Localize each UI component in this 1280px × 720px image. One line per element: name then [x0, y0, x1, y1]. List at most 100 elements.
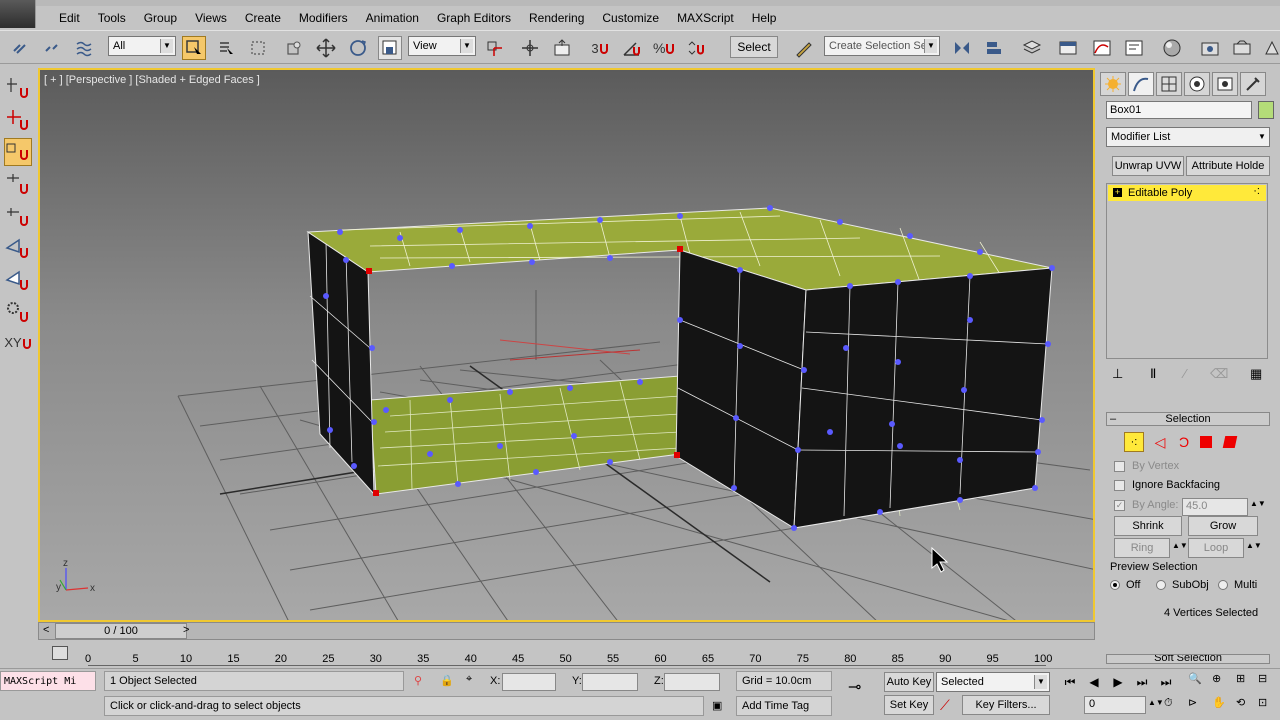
reference-coordinate-dropdown[interactable]: View ▼ [408, 36, 476, 56]
key-mode-dropdown[interactable]: Selected ▼ [936, 672, 1050, 692]
lock-selection-icon[interactable]: 🔒 [440, 674, 454, 687]
unlink-icon[interactable] [40, 36, 64, 60]
set-key-button[interactable]: Set Key [884, 695, 934, 715]
add-time-tag-button[interactable]: Add Time Tag [736, 696, 832, 716]
menu-maxscript[interactable]: MAXScript [668, 11, 743, 25]
select-by-name-icon[interactable] [214, 36, 238, 60]
time-config-icon[interactable]: ⏱ [1164, 697, 1173, 710]
gear-icon[interactable] [4, 298, 32, 326]
rendered-frame-icon[interactable] [1230, 36, 1254, 60]
rectangular-selection-icon[interactable] [246, 36, 270, 60]
move-icon[interactable] [4, 106, 32, 134]
zoom-all-icon[interactable]: ⊕ [1212, 672, 1221, 685]
absolute-mode-icon[interactable]: ⌖ [466, 673, 472, 686]
menu-graph-editors[interactable]: Graph Editors [428, 11, 520, 25]
time-next-icon[interactable]: > [183, 624, 189, 636]
select-manipulate-icon[interactable] [518, 36, 542, 60]
pan-icon[interactable]: ✋ [1212, 696, 1226, 709]
select-button[interactable]: Select [730, 36, 778, 58]
preview-subobj-radio[interactable] [1156, 580, 1166, 590]
menu-customize[interactable]: Customize [593, 11, 668, 25]
ignore-backfacing-checkbox[interactable] [1114, 480, 1125, 491]
current-frame-field[interactable]: 0 [1084, 696, 1146, 714]
bind-spacewarp-icon[interactable] [72, 36, 96, 60]
object-name-field[interactable]: Box01 [1106, 101, 1252, 119]
curve-key-icon[interactable]: ⟋ [940, 697, 950, 714]
auto-key-button[interactable]: Auto Key [884, 672, 934, 692]
element-mode-icon[interactable] [1222, 436, 1238, 448]
link-icon[interactable] [8, 36, 32, 60]
go-to-end-icon[interactable]: ⏭ [1156, 673, 1176, 691]
next-frame-icon[interactable]: ⏭ [1132, 673, 1152, 691]
selection-filter-dropdown[interactable]: All ▼ [108, 36, 176, 56]
zoom-extents-all-icon[interactable]: ⊟ [1258, 672, 1267, 685]
mini-curve-editor-icon[interactable] [52, 646, 68, 660]
menu-rendering[interactable]: Rendering [520, 11, 593, 25]
isolate-selection-icon[interactable]: ⚲ [414, 674, 422, 687]
viewport-label[interactable]: [ + ] [Perspective ] [Shaded + Edged Fac… [44, 74, 260, 86]
z-coordinate-field[interactable] [664, 673, 720, 691]
polygon-mode-icon[interactable] [1200, 436, 1212, 448]
by-angle-checkbox[interactable]: ✓ [1114, 500, 1125, 511]
show-end-result-icon[interactable]: Ⅱ [1150, 366, 1156, 382]
angle-snap-icon[interactable] [620, 36, 644, 60]
zoom-extents-icon[interactable]: ⊞ [1236, 672, 1245, 685]
ring-button[interactable]: Ring [1114, 538, 1170, 558]
make-unique-icon[interactable]: ⁄ [1184, 366, 1186, 381]
magnet-icon[interactable] [4, 138, 32, 166]
menu-views[interactable]: Views [186, 11, 236, 25]
stack-item-editable-poly[interactable]: + Editable Poly ·: [1108, 185, 1266, 201]
key-icon[interactable]: ⊸ [848, 677, 861, 697]
maximize-viewport-icon[interactable]: ⊡ [1258, 696, 1267, 709]
edge-mode-icon[interactable]: ◁ [1150, 432, 1170, 452]
loop-spinner-icon[interactable]: ▲▼ [1246, 541, 1262, 550]
material-editor-icon[interactable] [1160, 36, 1184, 60]
grow-button[interactable]: Grow [1188, 516, 1258, 536]
modify-tab-icon[interactable] [1128, 72, 1154, 96]
go-to-start-icon[interactable]: ⏮ [1060, 673, 1080, 691]
ribbon-icon[interactable] [1056, 36, 1080, 60]
create-tab-icon[interactable] [1100, 72, 1126, 96]
keyboard-shortcut-icon[interactable] [550, 36, 574, 60]
move-icon[interactable] [314, 36, 338, 60]
create-icon[interactable] [4, 74, 32, 102]
time-slider[interactable]: < 0 / 100 > [38, 622, 1095, 640]
motion-tab-icon[interactable] [1184, 72, 1210, 96]
play-icon[interactable]: ▶ [1108, 673, 1128, 691]
configure-sets-icon[interactable]: ▦ [1250, 366, 1262, 382]
named-selection-dropdown[interactable]: Create Selection Sel ▼ [824, 36, 940, 56]
menu-animation[interactable]: Animation [357, 11, 428, 25]
mirror-icon[interactable] [950, 36, 974, 60]
previous-frame-icon[interactable]: ◀︎ [1084, 673, 1104, 691]
window-crossing-icon[interactable] [282, 36, 306, 60]
y-coordinate-field[interactable] [582, 673, 638, 691]
spinner-snap-icon[interactable] [684, 36, 708, 60]
attribute-holder-button[interactable]: Attribute Holde [1186, 156, 1270, 176]
frame-spinner-icon[interactable]: ▲▼ [1148, 698, 1164, 707]
preview-multi-radio[interactable] [1218, 580, 1228, 590]
expand-plus-icon[interactable]: + [1113, 188, 1122, 197]
rotate-icon[interactable] [346, 36, 370, 60]
select-object-icon[interactable] [182, 36, 206, 60]
by-vertex-checkbox[interactable] [1114, 461, 1125, 472]
scale-icon[interactable] [378, 36, 402, 60]
menu-edit[interactable]: Edit [50, 11, 89, 25]
utilities-tab-icon[interactable] [1240, 72, 1266, 96]
remove-modifier-icon[interactable]: ⌫ [1210, 366, 1228, 382]
axis-icon[interactable] [4, 170, 32, 198]
time-prev-icon[interactable]: < [43, 624, 49, 636]
soft-selection-rollout-title[interactable]: Soft Selection [1106, 654, 1270, 664]
field-of-view-icon[interactable]: ⊳ [1188, 696, 1197, 709]
xy-icon[interactable]: XY [4, 328, 32, 356]
time-tag-icon[interactable]: ▣ [712, 699, 722, 712]
layer-manager-icon[interactable] [1020, 36, 1044, 60]
menu-modifiers[interactable]: Modifiers [290, 11, 357, 25]
scale-icon[interactable] [4, 266, 32, 294]
render-production-icon[interactable] [1260, 36, 1280, 60]
edit-named-selection-icon[interactable] [792, 36, 816, 60]
perspective-viewport[interactable]: z y x [ + ] [Perspective ] [Shaded + Edg… [38, 68, 1095, 622]
selection-rollout-title[interactable]: – Selection [1106, 412, 1270, 426]
curve-editor-icon[interactable] [1090, 36, 1114, 60]
modifier-list-dropdown[interactable]: Modifier List ▼ [1106, 127, 1270, 147]
zoom-icon[interactable]: 🔍 [1188, 672, 1202, 685]
